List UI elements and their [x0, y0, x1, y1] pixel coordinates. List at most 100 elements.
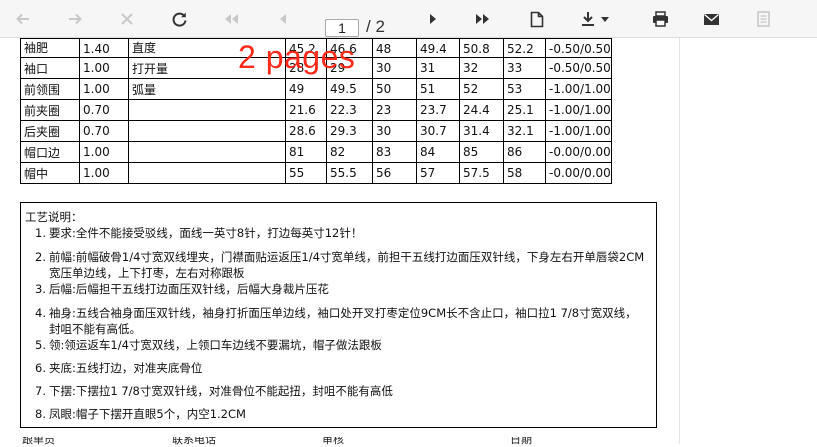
table-cell [128, 120, 286, 142]
table-cell: 31 [416, 57, 460, 79]
prev-page-icon [280, 14, 286, 24]
notes-button[interactable] [750, 7, 776, 31]
table-cell: 55.5 [326, 162, 373, 184]
next-fast-icon [476, 14, 489, 24]
table-cell: 30 [372, 57, 417, 79]
back-button[interactable] [10, 7, 36, 31]
table-cell: 帽中 [20, 162, 80, 184]
note-text: 要求:全件不能接受驳线，面线一英寸8针，打边每英寸12针！ [49, 226, 363, 240]
table-cell: 49 [285, 78, 327, 100]
note-item: 3. 后幅:后幅担干五线打边面压双针线，后幅大身裁片压花 [35, 281, 647, 297]
note-text: 袖身:五线合袖身面压双针线，袖身打折面压单边线，袖口处开叉打枣定位9CM长不含止… [49, 306, 637, 336]
note-text: 领:领运返车1/4寸宽双线，上领口车边线不要漏坑，帽子做法跟板 [49, 338, 382, 352]
note-number: 7. [35, 384, 46, 398]
table-cell: 1.00 [79, 141, 129, 163]
notes-title: 工艺说明： [25, 210, 83, 224]
note-number: 8. [35, 407, 46, 421]
table-cell: 45.2 [285, 38, 327, 58]
download-menu-button[interactable] [576, 7, 616, 31]
table-cell: 25.1 [503, 99, 546, 121]
note-item: 4. 袖身:五线合袖身面压双针线，袖身打折面压单边线，袖口处开叉打枣定位9CM长… [35, 305, 647, 337]
table-cell: 29 [326, 57, 373, 79]
table-cell: -0.00/0.00 [545, 162, 612, 184]
table-row: 帽中 1.00 55 55.5 56 57 57.5 58 -0.00/0.00 [20, 162, 612, 184]
note-number: 1. [35, 226, 46, 240]
note-number: 3. [35, 282, 46, 296]
download-icon [582, 12, 609, 26]
table-cell: 82 [326, 141, 373, 163]
table-cell: 弧量 [128, 78, 286, 100]
forward-button[interactable] [62, 7, 88, 31]
table-cell: 直度 [128, 38, 286, 58]
note-item: 2. 前幅:前幅破骨1/4寸宽双线埋夹，门襟面贴运返压1/4寸宽单线，前担干五线… [35, 249, 647, 281]
next-page-button[interactable] [420, 7, 446, 31]
table-row: 袖口 1.00 打开量 28 29 30 31 32 33 -0.50/0.50 [20, 57, 612, 79]
next-page-icon [430, 14, 436, 24]
table-cell: 30.7 [416, 120, 460, 142]
note-item: 1. 要求:全件不能接受驳线，面线一英寸8针，打边每英寸12针！ [35, 225, 647, 241]
mail-icon [703, 13, 719, 25]
table-cell: 85 [459, 141, 504, 163]
table-cell: 58 [503, 162, 546, 184]
table-cell: 49.4 [416, 38, 460, 58]
table-cell: 84 [416, 141, 460, 163]
first-page-button[interactable] [218, 7, 244, 31]
note-text: 夹底:五线打边，对准夹底骨位 [49, 361, 203, 375]
table-cell: 51 [416, 78, 460, 100]
note-number: 4. [35, 306, 46, 320]
table-cell: -0.50/0.50 [545, 38, 612, 58]
last-page-button[interactable] [470, 7, 496, 31]
table-cell: 22.3 [326, 99, 373, 121]
reload-icon [172, 12, 186, 27]
table-cell: 30 [372, 120, 417, 142]
note-text: 后幅:后幅担干五线打边面压双针线，后幅大身裁片压花 [49, 282, 329, 296]
table-row: 前夹圈 0.70 21.6 22.3 23 23.7 24.4 25.1 -1.00/1.00 [20, 99, 612, 121]
scrollbar-track[interactable] [679, 38, 680, 444]
print-icon [652, 11, 668, 27]
measurement-table: 袖肥 1.40 直度 45.2 46.6 48 49.4 50.8 52.2 -0.50/0.50… [20, 38, 612, 184]
table-cell: -1.00/1.00 [545, 120, 612, 142]
table-cell: 57 [416, 162, 460, 184]
footer-cell: 日期 [510, 437, 532, 446]
footer-cell: 跟单员 [22, 437, 55, 446]
table-row: 帽口边 1.00 81 82 83 84 85 86 -0.00/0.00 [20, 141, 612, 163]
table-cell: 32 [459, 57, 504, 79]
table-cell: 1.00 [79, 78, 129, 100]
table-cell: 50 [372, 78, 417, 100]
table-cell: 28 [285, 57, 327, 79]
note-number: 5. [35, 338, 46, 352]
print-button[interactable] [647, 7, 673, 31]
table-cell: 23.7 [416, 99, 460, 121]
table-cell: 83 [372, 141, 417, 163]
back-arrow-icon [16, 13, 29, 25]
table-cell: 1.00 [79, 57, 129, 79]
table-cell: 23 [372, 99, 417, 121]
email-button[interactable] [698, 7, 724, 31]
table-cell: 49.5 [326, 78, 373, 100]
note-text: 前幅:前幅破骨1/4寸宽双线埋夹，门襟面贴运返压1/4寸宽单线，前担干五线打边面… [49, 250, 645, 280]
table-cell: 33 [503, 57, 546, 79]
table-cell: 打开量 [128, 57, 286, 79]
table-cell: 帽口边 [20, 141, 80, 163]
footer-cell: 审核 [322, 437, 344, 446]
prev-page-button[interactable] [270, 7, 296, 31]
stop-button[interactable] [114, 7, 140, 31]
table-cell: 1.00 [79, 162, 129, 184]
note-text: 凤眼:帽子下摆开直眼5个，内空1.2CM [49, 407, 246, 421]
page-number-input[interactable] [325, 19, 359, 37]
note-item: 6. 夹底:五线打边，对准夹底骨位 [35, 360, 647, 376]
table-cell [128, 162, 286, 184]
table-cell: 袖口 [20, 57, 80, 79]
page-total-label: / 2 [366, 17, 385, 36]
close-icon [121, 13, 133, 25]
table-cell: 81 [285, 141, 327, 163]
reload-button[interactable] [166, 7, 192, 31]
table-cell: -1.00/1.00 [545, 78, 612, 100]
document-properties-button[interactable] [524, 7, 550, 31]
table-cell: 24.4 [459, 99, 504, 121]
footer-cell: 联系电话 [172, 437, 216, 446]
table-cell: 50.8 [459, 38, 504, 58]
table-cell: 前领围 [20, 78, 80, 100]
table-cell: 袖肥 [20, 38, 80, 58]
table-cell: 前夹圈 [20, 99, 80, 121]
